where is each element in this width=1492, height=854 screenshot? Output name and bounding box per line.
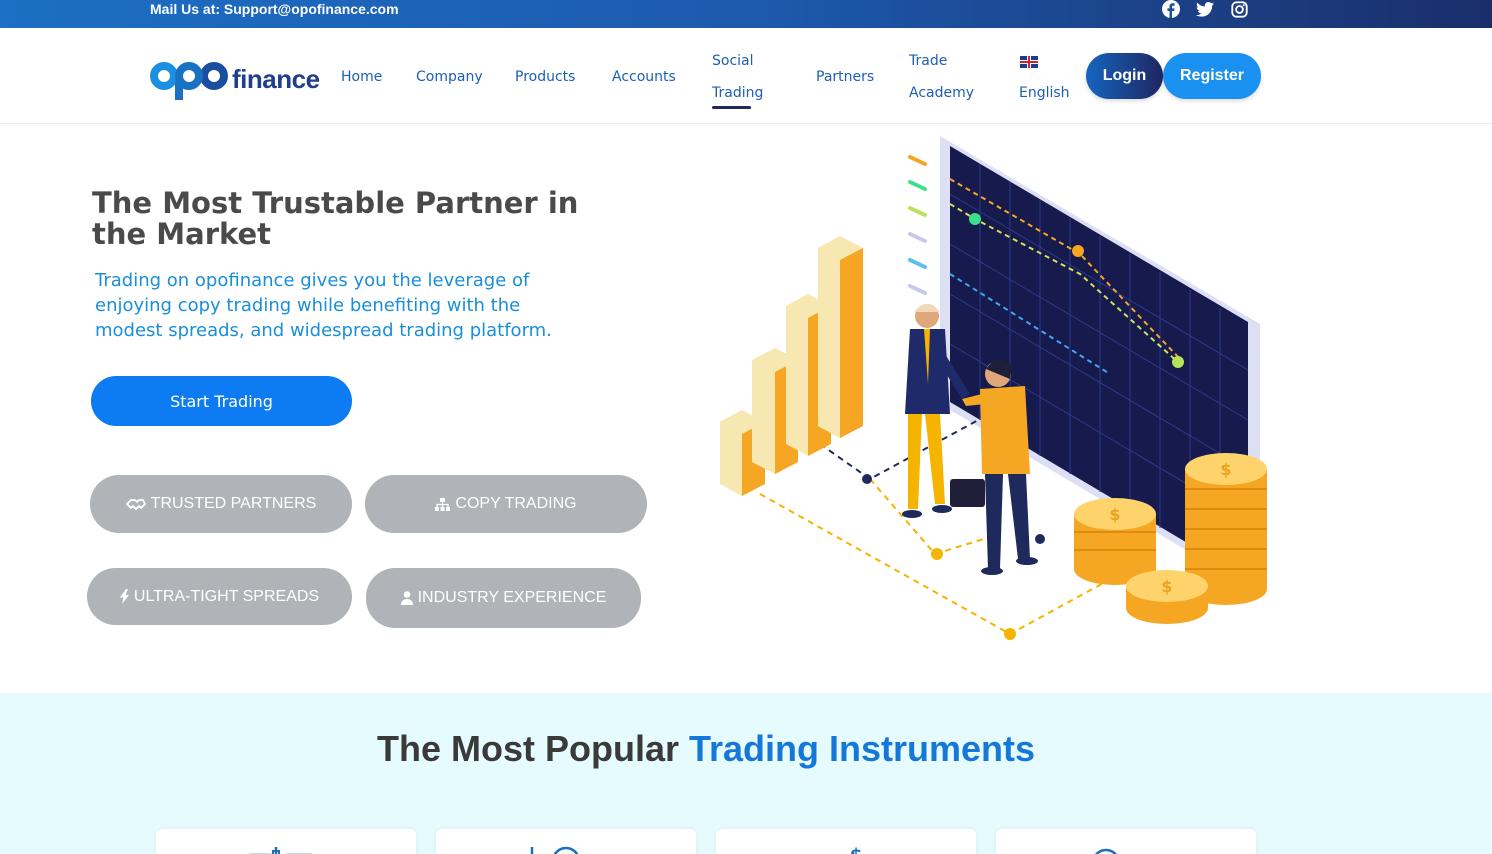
handshake-icon: [125, 499, 146, 510]
logo-wordmark: finance: [232, 63, 320, 94]
nav-trade-academy[interactable]: Trade Academy: [909, 45, 974, 109]
nav-accounts[interactable]: Accounts: [612, 61, 676, 93]
facebook-icon[interactable]: [1161, 0, 1181, 18]
trading-partners-illustration: $ $ $: [720, 136, 1267, 640]
logo-o-mark: [150, 62, 178, 90]
nav-partners[interactable]: Partners: [816, 61, 874, 93]
feature-ultra-tight-spreads[interactable]: ULTRA-TIGHT SPREADS: [87, 568, 352, 625]
feature-trusted-partners[interactable]: TRUSTED PARTNERS: [90, 475, 352, 533]
login-button[interactable]: Login: [1086, 53, 1163, 99]
opofinance-logo[interactable]: finance: [150, 54, 320, 100]
instrument-card[interactable]: $: [996, 829, 1256, 854]
dollar-coin-icon: $: [530, 846, 579, 854]
user-icon: [400, 591, 413, 605]
instrument-card[interactable]: [156, 829, 416, 854]
nav-products[interactable]: Products: [515, 61, 575, 93]
hero-subtitle: Trading on opofinance gives you the leve…: [95, 270, 552, 341]
twitter-icon[interactable]: [1195, 0, 1215, 18]
svg-text:$: $: [850, 845, 863, 854]
language-selector[interactable]: English: [1019, 77, 1070, 109]
start-trading-button[interactable]: Start Trading: [91, 376, 352, 426]
svg-text:$: $: [1161, 577, 1172, 596]
instagram-icon[interactable]: [1229, 0, 1249, 18]
uk-flag-icon[interactable]: [1020, 56, 1038, 68]
hero-title: The Most Trustable Partner in the Market: [92, 186, 579, 251]
logo-p-mark: [175, 62, 203, 100]
feature-copy-trading[interactable]: COPY TRADING: [365, 475, 647, 533]
svg-text:$: $: [1109, 505, 1120, 524]
forex-chart-icon: [249, 847, 313, 854]
active-nav-indicator: [712, 106, 751, 109]
logo-o-mark: [200, 62, 228, 90]
nav-company[interactable]: Company: [416, 61, 483, 93]
contact-email[interactable]: Mail Us at: Support@opofinance.com: [150, 0, 399, 18]
growth-bars: [720, 236, 863, 496]
coins-icon: $: [1094, 848, 1118, 854]
instrument-card[interactable]: $: [716, 829, 976, 854]
nav-social-trading[interactable]: Social Trading: [712, 45, 763, 109]
feature-industry-experience[interactable]: INDUSTRY EXPERIENCE: [366, 568, 641, 628]
svg-text:$: $: [1220, 460, 1231, 479]
nav-home[interactable]: Home: [341, 61, 382, 93]
register-button[interactable]: Register: [1163, 53, 1261, 99]
bolt-icon: [119, 589, 129, 604]
growth-dollar-icon: $: [850, 845, 863, 854]
instruments-title: The Most Popular Trading Instruments: [376, 728, 1036, 769]
top-bar: Mail Us at: Support@opofinance.com: [0, 0, 1492, 28]
trading-instruments-section: The Most Popular Trading Instruments $ $…: [0, 693, 1492, 854]
instrument-card[interactable]: $: [436, 829, 696, 854]
sitemap-icon: [435, 497, 451, 511]
